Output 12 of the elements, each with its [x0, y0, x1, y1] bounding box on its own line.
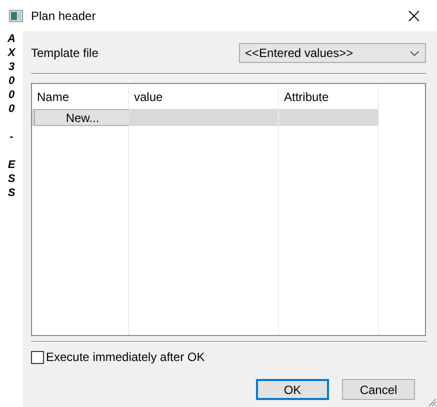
- template-file-label: Template file: [31, 46, 98, 60]
- new-button[interactable]: New...: [34, 109, 131, 126]
- dialog-button[interactable]: OK: [256, 379, 329, 400]
- resize-grip-icon: [427, 397, 437, 407]
- dialog-button[interactable]: Cancel: [342, 379, 415, 400]
- close-icon: [408, 10, 420, 22]
- app-icon: [9, 10, 23, 22]
- side-label: AX3000 - ESS: [6, 32, 16, 200]
- window-title: Plan header: [31, 8, 97, 22]
- chevron-down-icon: [410, 50, 419, 56]
- execute-checkbox[interactable]: Execute immediately after OK: [31, 350, 426, 364]
- template-file-dropdown[interactable]: <<Entered values>>: [239, 43, 426, 63]
